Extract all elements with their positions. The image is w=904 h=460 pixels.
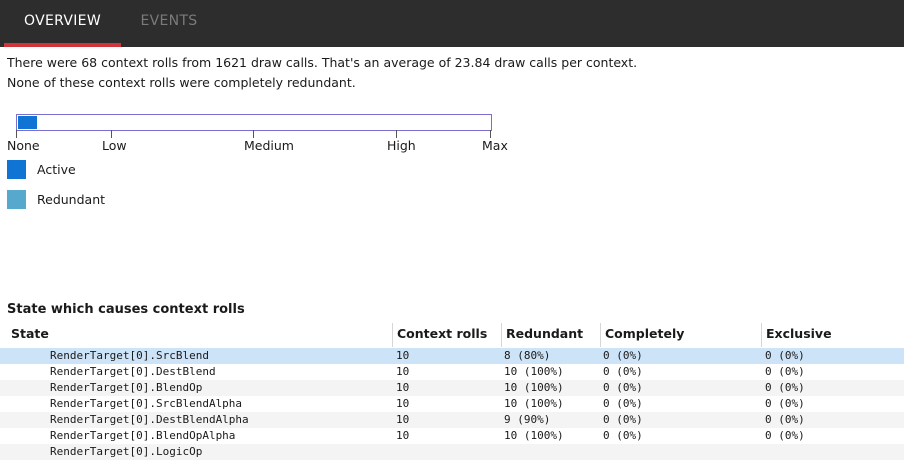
gauge-label-max: Max (482, 138, 508, 153)
cell-completely-redundant: 0 (0%) (603, 413, 643, 426)
table-header: State Context rolls Redundant Completely… (0, 323, 904, 363)
cell-redundant: 10 (100%) (504, 365, 564, 378)
cell-exclusive: 0 (0%) (765, 429, 805, 442)
tab-events[interactable]: EVENTS (124, 0, 214, 47)
cell-redundant: 10 (100%) (504, 397, 564, 410)
cell-state: RenderTarget[0].SrcBlend (50, 349, 209, 362)
cell-state: RenderTarget[0].BlendOpAlpha (50, 429, 236, 442)
legend-label-redundant: Redundant (37, 192, 106, 207)
cell-context-rolls: 10 (396, 397, 410, 410)
cell-state: RenderTarget[0].SrcBlendAlpha (50, 397, 243, 410)
column-header-context-rolls[interactable]: Context rolls (392, 323, 501, 347)
column-header-state[interactable]: State (7, 323, 392, 347)
table-row[interactable]: RenderTarget[0].BlendOpAlpha 10 10 (100%) 0… (0, 428, 904, 444)
cell-context-rolls: 10 (396, 429, 410, 442)
summary-line-2: None of these context rolls were complet… (7, 75, 356, 90)
table-row[interactable]: RenderTarget[0].SrcBlend 10 8 (80%) 0 (0%) 0… (0, 348, 904, 364)
cell-exclusive: 0 (0%) (765, 413, 805, 426)
tab-bar: OVERVIEW EVENTS (0, 0, 904, 47)
cell-redundant: 10 (100%) (504, 381, 564, 394)
cell-completely-redundant: 0 (0%) (603, 397, 643, 410)
cell-state: RenderTarget[0].DestBlend (50, 365, 216, 378)
cell-redundant: 9 (90%) (504, 413, 551, 426)
cell-context-rolls: 10 (396, 349, 410, 362)
gauge-label-none: None (7, 138, 40, 153)
column-header-exclusive[interactable]: Exclusive (761, 323, 904, 347)
gauge-label-medium: Medium (244, 138, 294, 153)
table-row[interactable]: RenderTarget[0].LogicOp (0, 444, 904, 460)
cell-state: RenderTarget[0].DestBlendAlpha (50, 413, 249, 426)
column-header-redundant[interactable]: Redundant (501, 323, 600, 347)
gauge-tick (16, 130, 17, 138)
table-row[interactable]: RenderTarget[0].DestBlendAlpha 10 9 (90%) 0… (0, 412, 904, 428)
cell-completely-redundant: 0 (0%) (603, 381, 643, 394)
cell-redundant: 10 (100%) (504, 429, 564, 442)
cell-completely-redundant: 0 (0%) (603, 349, 643, 362)
cell-exclusive: 0 (0%) (765, 397, 805, 410)
cell-exclusive: 0 (0%) (765, 381, 805, 394)
cell-redundant: 8 (80%) (504, 349, 551, 362)
cell-exclusive: 0 (0%) (765, 365, 805, 378)
summary-line-1: There were 68 context rolls from 1621 dr… (7, 55, 638, 70)
legend-swatch-redundant (7, 190, 26, 209)
cell-completely-redundant: 0 (0%) (603, 429, 643, 442)
table-row[interactable]: RenderTarget[0].DestBlend 10 10 (100%) 0 (0… (0, 364, 904, 380)
column-header-completely-redundant[interactable]: Completely redundant (600, 323, 761, 363)
table-row[interactable]: RenderTarget[0].SrcBlendAlpha 10 10 (100%)… (0, 396, 904, 412)
section-title: State which causes context rolls (7, 302, 245, 317)
gauge-tick (111, 130, 112, 138)
tab-overview[interactable]: OVERVIEW (4, 0, 121, 47)
gauge-fill-active (18, 116, 37, 129)
cell-exclusive: 0 (0%) (765, 349, 805, 362)
gauge-tick (396, 130, 397, 138)
legend-swatch-active (7, 160, 26, 179)
gauge-tick (490, 130, 491, 138)
legend-label-active: Active (37, 162, 76, 177)
cell-context-rolls: 10 (396, 413, 410, 426)
cell-state: RenderTarget[0].LogicOp (50, 445, 203, 458)
context-roll-gauge (16, 114, 492, 131)
gauge-tick (253, 130, 254, 138)
gauge-label-high: High (387, 138, 416, 153)
cell-context-rolls: 10 (396, 381, 410, 394)
cell-context-rolls: 10 (396, 365, 410, 378)
gauge-label-low: Low (102, 138, 127, 153)
table-row[interactable]: RenderTarget[0].BlendOp 10 10 (100%) 0 (0%)… (0, 380, 904, 396)
cell-state: RenderTarget[0].BlendOp (50, 381, 203, 394)
cell-completely-redundant: 0 (0%) (603, 365, 643, 378)
